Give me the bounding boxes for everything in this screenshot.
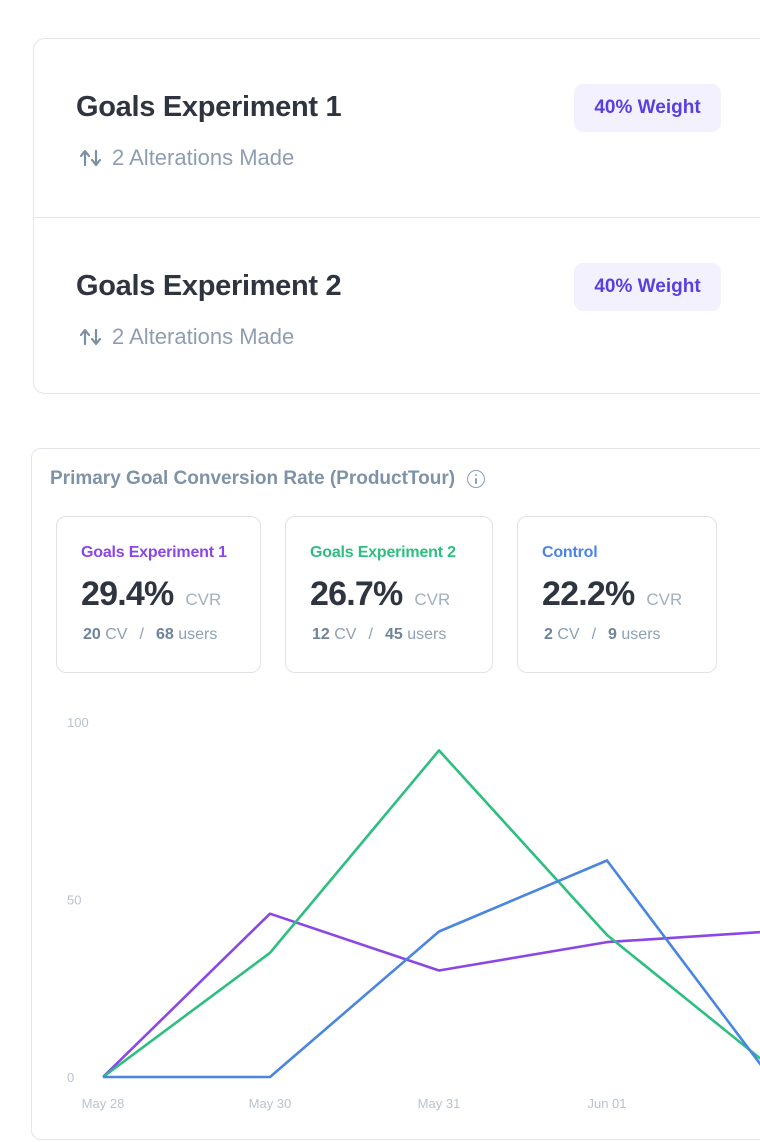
weight-badge: 40% Weight — [574, 84, 721, 132]
experiments-card: Goals Experiment 1 2 Alterations Made 40… — [33, 38, 760, 394]
x-tick-label: May 28 — [82, 1096, 125, 1111]
experiment-title: Goals Experiment 2 — [76, 270, 342, 302]
x-tick-label: May 31 — [418, 1096, 461, 1111]
y-tick-label: 50 — [67, 893, 81, 908]
swap-arrows-icon — [79, 328, 102, 346]
y-tick-label: 100 — [67, 715, 89, 730]
alterations-label: 2 Alterations Made — [112, 145, 295, 170]
weight-badge: 40% Weight — [574, 263, 721, 311]
alterations-label: 2 Alterations Made — [112, 324, 295, 349]
experiment-row[interactable]: Goals Experiment 2 2 Alterations Made 40… — [34, 217, 760, 396]
experiment-title: Goals Experiment 1 — [76, 91, 342, 123]
swap-arrows-icon — [79, 149, 102, 167]
alterations-info: 2 Alterations Made — [78, 324, 294, 350]
experiment-row[interactable]: Goals Experiment 1 2 Alterations Made 40… — [34, 39, 760, 217]
conversion-panel: Primary Goal Conversion Rate (ProductTou… — [31, 448, 760, 1140]
x-tick-label: Jun 01 — [587, 1096, 626, 1111]
series-line — [102, 749, 760, 1079]
y-tick-label: 0 — [67, 1070, 74, 1085]
alterations-info: 2 Alterations Made — [78, 145, 294, 171]
conversion-line-chart: 100500May 28May 30May 31Jun 01Jun — [67, 715, 760, 1111]
x-tick-label: May 30 — [249, 1096, 292, 1111]
